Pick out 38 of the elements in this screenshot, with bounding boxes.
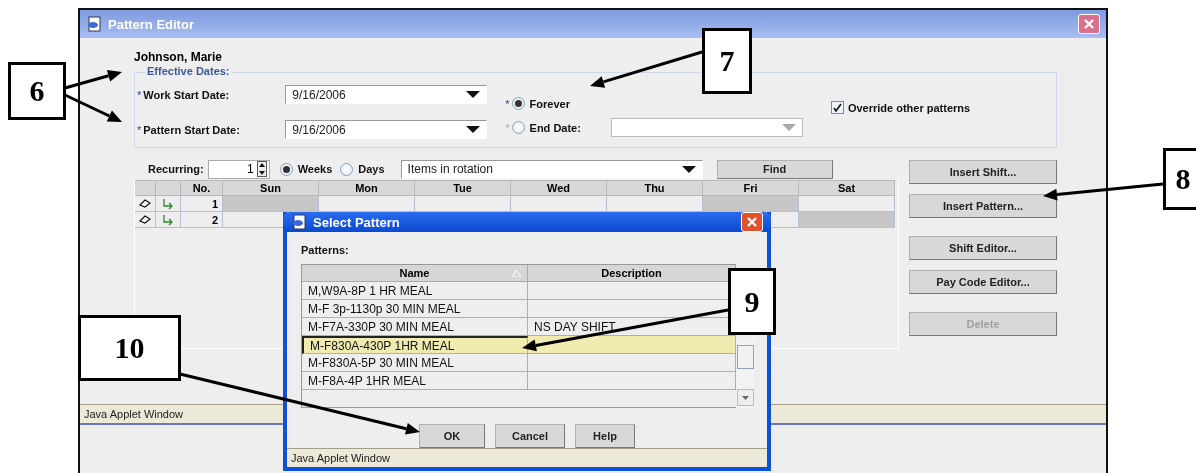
recurring-label: Recurring: xyxy=(148,163,204,175)
checkbox-label: Override other patterns xyxy=(847,101,971,114)
required-mark: * xyxy=(137,88,142,101)
status-text: Java Applet Window xyxy=(291,452,391,464)
column-header: Sun xyxy=(223,180,319,196)
patterns-label: Patterns: xyxy=(301,244,350,256)
column-header: Tue xyxy=(415,180,511,196)
callout-number: 10 xyxy=(78,315,181,381)
callout-number: 6 xyxy=(8,62,66,120)
employee-name: Johnson, Marie xyxy=(134,50,222,64)
callout-number: 8 xyxy=(1163,148,1196,210)
window-title: Pattern Editor xyxy=(108,16,195,32)
field-label: Pattern Start Date: xyxy=(143,123,241,136)
field-label: Work Start Date: xyxy=(143,88,231,101)
required-mark: * xyxy=(137,123,142,136)
column-header: Thu xyxy=(607,180,703,196)
status-text: Java Applet Window xyxy=(84,408,184,420)
row-number: 2 xyxy=(181,212,223,228)
required-mark: * xyxy=(505,97,510,110)
dialog-title: Select Pattern xyxy=(313,214,401,230)
radio-label: Weeks xyxy=(297,163,333,175)
column-header: Fri xyxy=(703,180,799,196)
radio-label: Days xyxy=(358,163,385,175)
date-value: 9/16/2006 xyxy=(292,122,346,137)
column-header: Sat xyxy=(799,180,895,196)
radio-label: End Date: xyxy=(529,121,581,134)
spinner-value: 1 xyxy=(246,162,254,176)
radio-label: Forever xyxy=(529,97,570,110)
column-header: Mon xyxy=(319,180,415,196)
column-header: Wed xyxy=(511,180,607,196)
column-header: No. xyxy=(181,180,223,196)
group-legend: Effective Dates: xyxy=(145,65,232,77)
callout-number: 7 xyxy=(702,28,752,94)
row-number: 1 xyxy=(181,196,223,212)
required-mark: * xyxy=(505,121,510,134)
callout-number: 9 xyxy=(728,268,776,335)
combo-value: Items in rotation xyxy=(407,162,493,176)
date-value: 9/16/2006 xyxy=(292,87,346,102)
